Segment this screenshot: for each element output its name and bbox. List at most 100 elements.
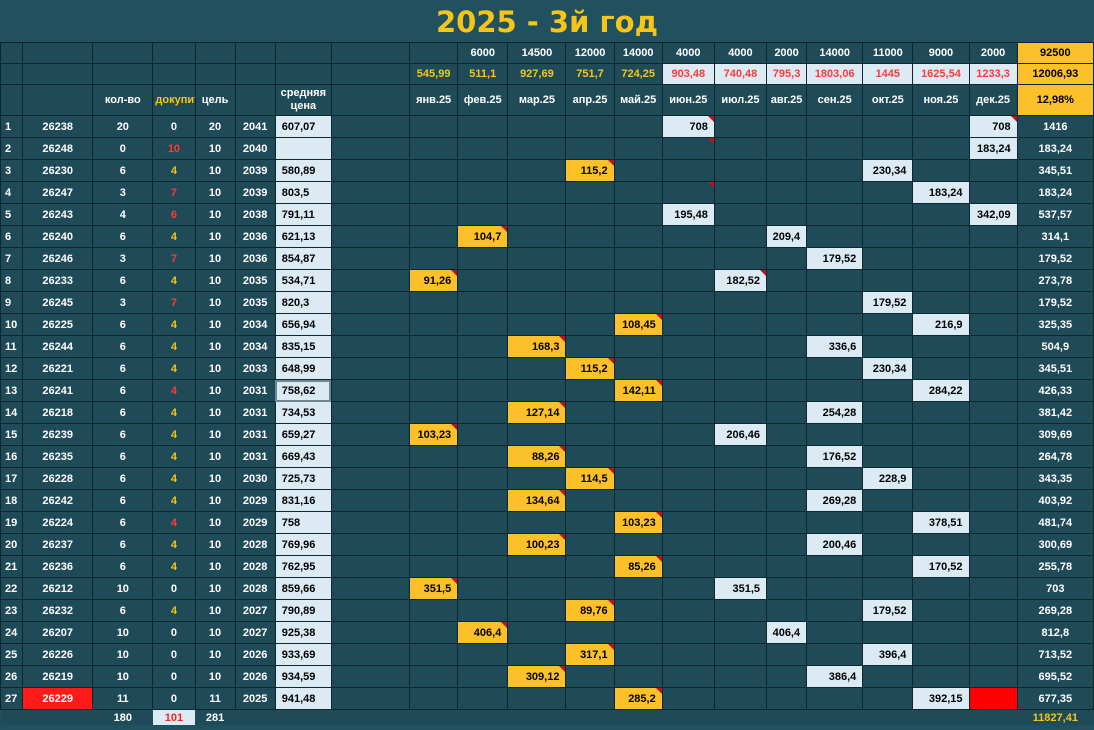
month-amount-cell[interactable] <box>806 687 864 710</box>
month-amount-cell[interactable]: 103,23 <box>409 423 459 446</box>
month-amount-cell[interactable] <box>862 445 914 468</box>
month-amount-cell[interactable] <box>713 357 768 380</box>
blank-cell[interactable] <box>152 42 196 64</box>
month-amount-cell[interactable] <box>765 467 808 490</box>
spent-total-cell[interactable]: 12006,93 <box>1016 63 1094 85</box>
month-amount-cell[interactable]: 108,45 <box>613 313 663 336</box>
row-total-cell[interactable]: 269,28 <box>1016 599 1094 622</box>
buy-cell[interactable]: 0 <box>152 621 196 644</box>
month-amount-cell[interactable] <box>968 335 1018 358</box>
month-amount-cell[interactable] <box>968 489 1018 512</box>
month-amount-cell[interactable] <box>713 555 768 578</box>
bond-code-cell[interactable]: 26221 <box>22 357 94 380</box>
month-amount-cell[interactable] <box>968 687 1018 710</box>
month-amount-cell[interactable] <box>457 335 509 358</box>
maturity-year-cell[interactable]: 2031 <box>234 445 276 468</box>
month-amount-cell[interactable] <box>661 687 715 710</box>
month-amount-cell[interactable] <box>912 643 970 666</box>
plan-amount-cell[interactable]: 14000 <box>613 42 663 64</box>
month-amount-cell[interactable] <box>912 467 970 490</box>
month-amount-cell[interactable] <box>661 621 715 644</box>
month-amount-cell[interactable] <box>765 555 808 578</box>
month-amount-cell[interactable]: 103,23 <box>613 511 663 534</box>
month-amount-cell[interactable] <box>565 665 615 688</box>
bond-code-cell[interactable]: 26225 <box>22 313 94 336</box>
month-amount-cell[interactable] <box>507 115 567 138</box>
month-amount-cell[interactable]: 317,1 <box>565 643 615 666</box>
month-amount-cell[interactable] <box>507 687 567 710</box>
month-amount-cell[interactable] <box>968 181 1018 204</box>
row-total-cell[interactable]: 183,24 <box>1016 137 1094 160</box>
month-amount-cell[interactable]: 100,23 <box>507 533 567 556</box>
month-amount-cell[interactable]: 182,52 <box>713 269 768 292</box>
qty-cell[interactable]: 6 <box>92 313 154 336</box>
month-amount-cell[interactable] <box>862 511 914 534</box>
blank-cell[interactable] <box>330 489 411 512</box>
month-amount-cell[interactable] <box>713 181 768 204</box>
buy-cell[interactable]: 4 <box>152 511 196 534</box>
month-amount-cell[interactable] <box>507 269 567 292</box>
month-amount-cell[interactable] <box>613 489 663 512</box>
month-amount-cell[interactable] <box>661 533 715 556</box>
month-amount-cell[interactable] <box>862 401 914 424</box>
qty-cell[interactable]: 6 <box>92 489 154 512</box>
avg-price-cell[interactable]: 925,38 <box>274 621 332 644</box>
goal-cell[interactable]: 10 <box>194 379 236 402</box>
avg-price-cell[interactable]: 758 <box>274 511 332 534</box>
bond-code-cell[interactable]: 26237 <box>22 533 94 556</box>
month-amount-cell[interactable] <box>765 269 808 292</box>
month-amount-cell[interactable] <box>968 423 1018 446</box>
goal-cell[interactable]: 10 <box>194 533 236 556</box>
avg-price-cell[interactable]: 835,15 <box>274 335 332 358</box>
plan-amount-cell[interactable]: 4000 <box>661 42 715 64</box>
blank-cell[interactable] <box>330 357 411 380</box>
blank-cell[interactable] <box>330 247 411 270</box>
avg-price-cell[interactable]: 820,3 <box>274 291 332 314</box>
yield-percent-cell[interactable]: 12,98% <box>1016 84 1094 116</box>
month-amount-cell[interactable] <box>565 555 615 578</box>
month-amount-cell[interactable]: 708 <box>661 115 715 138</box>
month-amount-cell[interactable] <box>457 643 509 666</box>
month-amount-cell[interactable] <box>457 115 509 138</box>
month-amount-cell[interactable] <box>565 577 615 600</box>
row-total-cell[interactable]: 273,78 <box>1016 269 1094 292</box>
month-amount-cell[interactable] <box>661 555 715 578</box>
maturity-year-cell[interactable]: 2041 <box>234 115 276 138</box>
goal-cell[interactable]: 10 <box>194 511 236 534</box>
buy-cell[interactable]: 10 <box>152 137 196 160</box>
bond-code-cell[interactable]: 26228 <box>22 467 94 490</box>
bond-code-cell[interactable]: 26236 <box>22 555 94 578</box>
month-amount-cell[interactable] <box>713 137 768 160</box>
month-amount-cell[interactable] <box>765 533 808 556</box>
month-amount-cell[interactable] <box>565 225 615 248</box>
month-amount-cell[interactable] <box>409 533 459 556</box>
month-amount-cell[interactable] <box>457 379 509 402</box>
qty-cell[interactable]: 3 <box>92 181 154 204</box>
qty-cell[interactable]: 10 <box>92 577 154 600</box>
blank-cell[interactable] <box>274 63 332 85</box>
month-amount-cell[interactable]: 378,51 <box>912 511 970 534</box>
month-amount-cell[interactable] <box>806 181 864 204</box>
month-amount-cell[interactable] <box>806 159 864 182</box>
month-amount-cell[interactable] <box>409 489 459 512</box>
spent-amount-cell[interactable]: 1233,3 <box>968 63 1018 85</box>
month-amount-cell[interactable] <box>661 247 715 270</box>
month-amount-cell[interactable] <box>507 511 567 534</box>
month-amount-cell[interactable] <box>968 555 1018 578</box>
month-amount-cell[interactable] <box>409 225 459 248</box>
month-amount-cell[interactable] <box>457 423 509 446</box>
buy-cell[interactable]: 0 <box>152 115 196 138</box>
month-amount-cell[interactable] <box>765 423 808 446</box>
bond-code-cell[interactable]: 26239 <box>22 423 94 446</box>
month-amount-cell[interactable]: 209,4 <box>765 225 808 248</box>
month-amount-cell[interactable] <box>765 401 808 424</box>
month-amount-cell[interactable] <box>409 313 459 336</box>
month-amount-cell[interactable] <box>912 203 970 226</box>
buy-cell[interactable]: 4 <box>152 467 196 490</box>
month-amount-cell[interactable] <box>507 225 567 248</box>
buy-cell[interactable]: 4 <box>152 379 196 402</box>
goal-cell[interactable]: 10 <box>194 665 236 688</box>
month-amount-cell[interactable] <box>912 247 970 270</box>
bond-code-cell[interactable]: 26240 <box>22 225 94 248</box>
spent-amount-cell[interactable]: 1625,54 <box>912 63 970 85</box>
